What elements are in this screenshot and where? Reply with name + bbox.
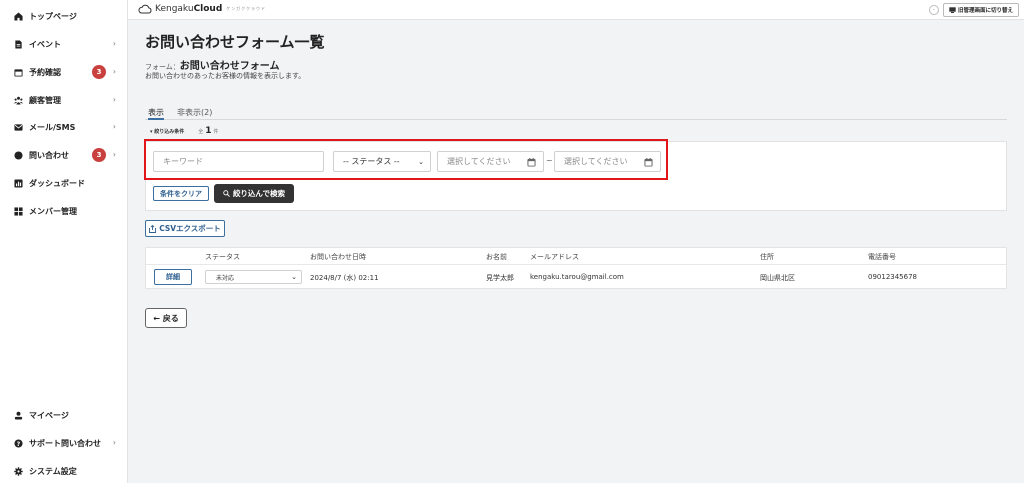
sidebar-item-top-page[interactable]: トップページ (0, 6, 128, 26)
sidebar-item-label: 予約確認 (29, 67, 61, 77)
filter-search-button[interactable]: 絞り込んで検索 (214, 184, 294, 203)
sidebar-item-label: サポート問い合わせ (29, 438, 101, 448)
users-icon (14, 96, 23, 105)
chevron-right-icon: › (112, 67, 116, 76)
chevron-right-icon: › (112, 39, 116, 48)
brand-name-part-a: Kengaku (155, 4, 194, 14)
result-count-prefix: 全 (198, 129, 204, 135)
filter-header: ▾ 絞り込み条件 全 1 件 (150, 126, 219, 136)
search-button-label: 絞り込んで検索 (232, 189, 286, 198)
document-icon (14, 39, 23, 49)
sidebar-item-dashboard[interactable]: ダッシュボード (0, 173, 128, 193)
sidebar: トップページ イベント › 予約確認 3 › 顧客管理 › メール/SMS › … (0, 0, 128, 483)
sidebar-item-label: ダッシュボード (29, 178, 85, 188)
cell-datetime: 2024/8/7 (水) 02:11 (310, 274, 379, 282)
mail-icon (14, 123, 23, 132)
sidebar-item-system-settings[interactable]: システム設定 (0, 461, 128, 481)
page-description: お問い合わせのあったお客様の情報を表示します。 (145, 72, 306, 80)
help-icon[interactable]: · (929, 5, 939, 15)
column-header-name: お名前 (486, 253, 507, 261)
column-header-datetime: お問い合わせ日時 (310, 253, 366, 261)
sidebar-item-mail-sms[interactable]: メール/SMS › (0, 117, 128, 137)
chevron-down-icon: ⌄ (291, 273, 297, 281)
brand-logo[interactable]: Kengaku Cloud ケンガククラウド (138, 4, 266, 14)
back-button[interactable]: ← 戻る (145, 308, 187, 328)
brand-name-part-b: Cloud (193, 4, 223, 14)
form-prefix: フォーム： (145, 63, 180, 71)
result-count-suffix: 件 (213, 129, 219, 135)
chat-icon (14, 150, 23, 160)
sidebar-item-label: メール/SMS (29, 122, 76, 132)
sidebar-item-label: 問い合わせ (29, 150, 69, 160)
sidebar-item-my-page[interactable]: マイページ (0, 405, 128, 425)
tab-bar: 表示 非表示(2) (145, 107, 1007, 120)
cell-address: 岡山県北区 (760, 274, 795, 282)
sidebar-item-label: イベント (29, 39, 61, 49)
grid-icon (14, 206, 23, 216)
sidebar-item-label: マイページ (29, 410, 69, 420)
sidebar-item-label: システム設定 (29, 466, 77, 476)
sidebar-item-label: メンバー管理 (29, 206, 77, 216)
switch-to-old-admin-button[interactable]: 旧管理画面に切り替え (943, 3, 1019, 17)
cell-name: 見学太郎 (486, 274, 514, 282)
cell-phone: 09012345678 (868, 273, 917, 281)
sidebar-item-support[interactable]: ? サポート問い合わせ › (0, 433, 128, 453)
gear-icon (14, 466, 23, 476)
top-bar: Kengaku Cloud ケンガククラウド · 旧管理画面に切り替え (128, 0, 1024, 20)
svg-text:?: ? (17, 440, 21, 447)
help-icon: ? (14, 438, 23, 448)
table-divider (146, 264, 1006, 265)
switch-icon (949, 7, 956, 13)
chevron-right-icon: › (112, 122, 116, 131)
csv-export-label: CSVエクスポート (159, 224, 221, 233)
column-header-phone: 電話番号 (868, 253, 896, 261)
cell-email: kengaku.tarou@gmail.com (530, 273, 624, 281)
sidebar-item-label: トップページ (29, 11, 77, 21)
page-title: お問い合わせフォーム一覧 (145, 33, 325, 51)
search-icon (223, 190, 230, 197)
home-icon (14, 11, 23, 21)
notification-badge: 3 (92, 65, 106, 79)
highlight-box (144, 139, 668, 180)
column-header-address: 住所 (760, 253, 774, 261)
detail-button[interactable]: 詳細 (154, 269, 192, 285)
row-status-value: 未対応 (216, 274, 235, 282)
result-count: 1 (205, 126, 212, 136)
inquiries-table: ステータス お問い合わせ日時 お名前 メールアドレス 住所 電話番号 詳細 未対… (145, 247, 1007, 289)
sidebar-item-customers[interactable]: 顧客管理 › (0, 90, 128, 110)
chart-icon (14, 178, 23, 188)
sidebar-item-inquiries[interactable]: 問い合わせ 3 › (0, 145, 128, 165)
calendar-icon (14, 68, 23, 77)
row-status-select[interactable]: 未対応 ⌄ (205, 270, 302, 284)
sidebar-item-label: 顧客管理 (29, 95, 61, 105)
switch-label: 旧管理画面に切り替え (957, 8, 1013, 14)
tab-visible[interactable]: 表示 (148, 107, 164, 120)
clear-filters-button[interactable]: 条件をクリア (153, 186, 209, 201)
chevron-right-icon: › (112, 438, 116, 447)
chevron-right-icon: › (112, 95, 116, 104)
tab-hidden[interactable]: 非表示(2) (177, 107, 212, 120)
column-header-email: メールアドレス (530, 253, 579, 261)
form-label-line: フォーム：お問い合わせフォーム (145, 57, 280, 72)
cloud-icon (138, 4, 152, 14)
brand-subtitle: ケンガククラウド (226, 6, 267, 11)
csv-export-button[interactable]: CSVエクスポート (145, 220, 225, 237)
sidebar-item-members[interactable]: メンバー管理 (0, 201, 128, 221)
chevron-right-icon: › (112, 150, 116, 159)
filter-toggle[interactable]: ▾ 絞り込み条件 (150, 128, 184, 135)
main-content: お問い合わせフォーム一覧 フォーム：お問い合わせフォーム お問い合わせのあったお… (128, 20, 1024, 483)
column-header-status: ステータス (205, 253, 240, 261)
person-icon (14, 411, 23, 420)
notification-badge: 3 (92, 148, 106, 162)
export-icon (149, 224, 157, 233)
sidebar-item-reservation[interactable]: 予約確認 3 › (0, 62, 128, 82)
sidebar-item-event[interactable]: イベント › (0, 34, 128, 54)
